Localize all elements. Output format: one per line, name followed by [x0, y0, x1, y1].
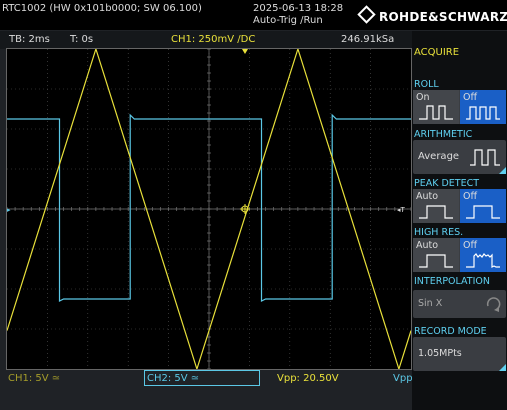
- date-time: 2025-06-13 18:28: [253, 3, 344, 14]
- trigger-level-icon[interactable]: ◂T: [397, 206, 406, 214]
- roll-off-option[interactable]: Off: [460, 90, 506, 124]
- roll-on-option[interactable]: On: [413, 90, 459, 124]
- oscilloscope-display[interactable]: ◂T ▸: [6, 48, 412, 370]
- peak-detect-auto-option[interactable]: Auto: [413, 189, 459, 223]
- ch1-scale[interactable]: CH1: 5V ≃: [8, 373, 60, 384]
- ch1-setting-readout[interactable]: CH1: 250mV /DC: [171, 34, 255, 45]
- arithmetic-label: ARITHMETIC: [414, 129, 473, 140]
- interpolation-selector[interactable]: Sin X: [413, 290, 506, 318]
- noisy-pulse-icon: [466, 253, 500, 268]
- menu-title: ACQUIRE: [414, 47, 460, 58]
- roll-toggle[interactable]: On Off: [413, 90, 506, 124]
- graticule: [7, 49, 411, 369]
- rotate-knob-icon: [486, 297, 501, 312]
- ch2-level-marker-icon[interactable]: ▸: [7, 206, 11, 214]
- high-res-auto-option[interactable]: Auto: [413, 238, 459, 272]
- peak-detect-off-option[interactable]: Off: [460, 189, 506, 223]
- roll-label: ROLL: [414, 79, 439, 90]
- device-info: RTC1002 (HW 0x101b0000; SW 06.100): [2, 3, 202, 14]
- peak-pulse-off-icon: [466, 205, 500, 219]
- peak-detect-toggle[interactable]: Auto Off: [413, 189, 506, 223]
- peak-pulse-icon: [419, 205, 453, 219]
- high-res-label: HIGH RES.: [414, 227, 464, 238]
- pulse-icon: [419, 105, 453, 120]
- record-mode-selector[interactable]: 1.05MPts: [413, 337, 506, 371]
- average-icon: [470, 149, 500, 166]
- record-mode-label: RECORD MODE: [414, 326, 487, 337]
- trigger-mode: Auto-Trig /Run: [253, 15, 323, 26]
- ch1-vpp-measurement: Vpp: 20.50V: [277, 373, 339, 384]
- brand-diamond-icon: [357, 5, 376, 24]
- brand-name: ROHDE&SCHWARZ: [379, 10, 507, 24]
- high-res-toggle[interactable]: Auto Off: [413, 238, 506, 272]
- peak-detect-label: PEAK DETECT: [414, 178, 480, 189]
- brand-logo: ROHDE&SCHWARZ: [357, 5, 507, 24]
- interpolation-label: INTERPOLATION: [414, 276, 490, 287]
- trigger-position-icon[interactable]: [242, 49, 248, 54]
- sample-rate-readout: 246.91kSa: [341, 34, 395, 45]
- arithmetic-selector[interactable]: Average: [413, 140, 506, 174]
- dropdown-corner-icon: [499, 364, 506, 371]
- timebase-readout[interactable]: TB: 2ms: [9, 34, 50, 45]
- roll-waveform-icon: [466, 106, 500, 120]
- trigger-time-readout[interactable]: T: 0s: [70, 34, 93, 45]
- high-res-off-option[interactable]: Off: [460, 238, 506, 272]
- high-res-pulse-icon: [419, 254, 453, 268]
- ch2-scale[interactable]: CH2: 5V ≃: [147, 373, 199, 384]
- dropdown-corner-icon: [499, 167, 506, 174]
